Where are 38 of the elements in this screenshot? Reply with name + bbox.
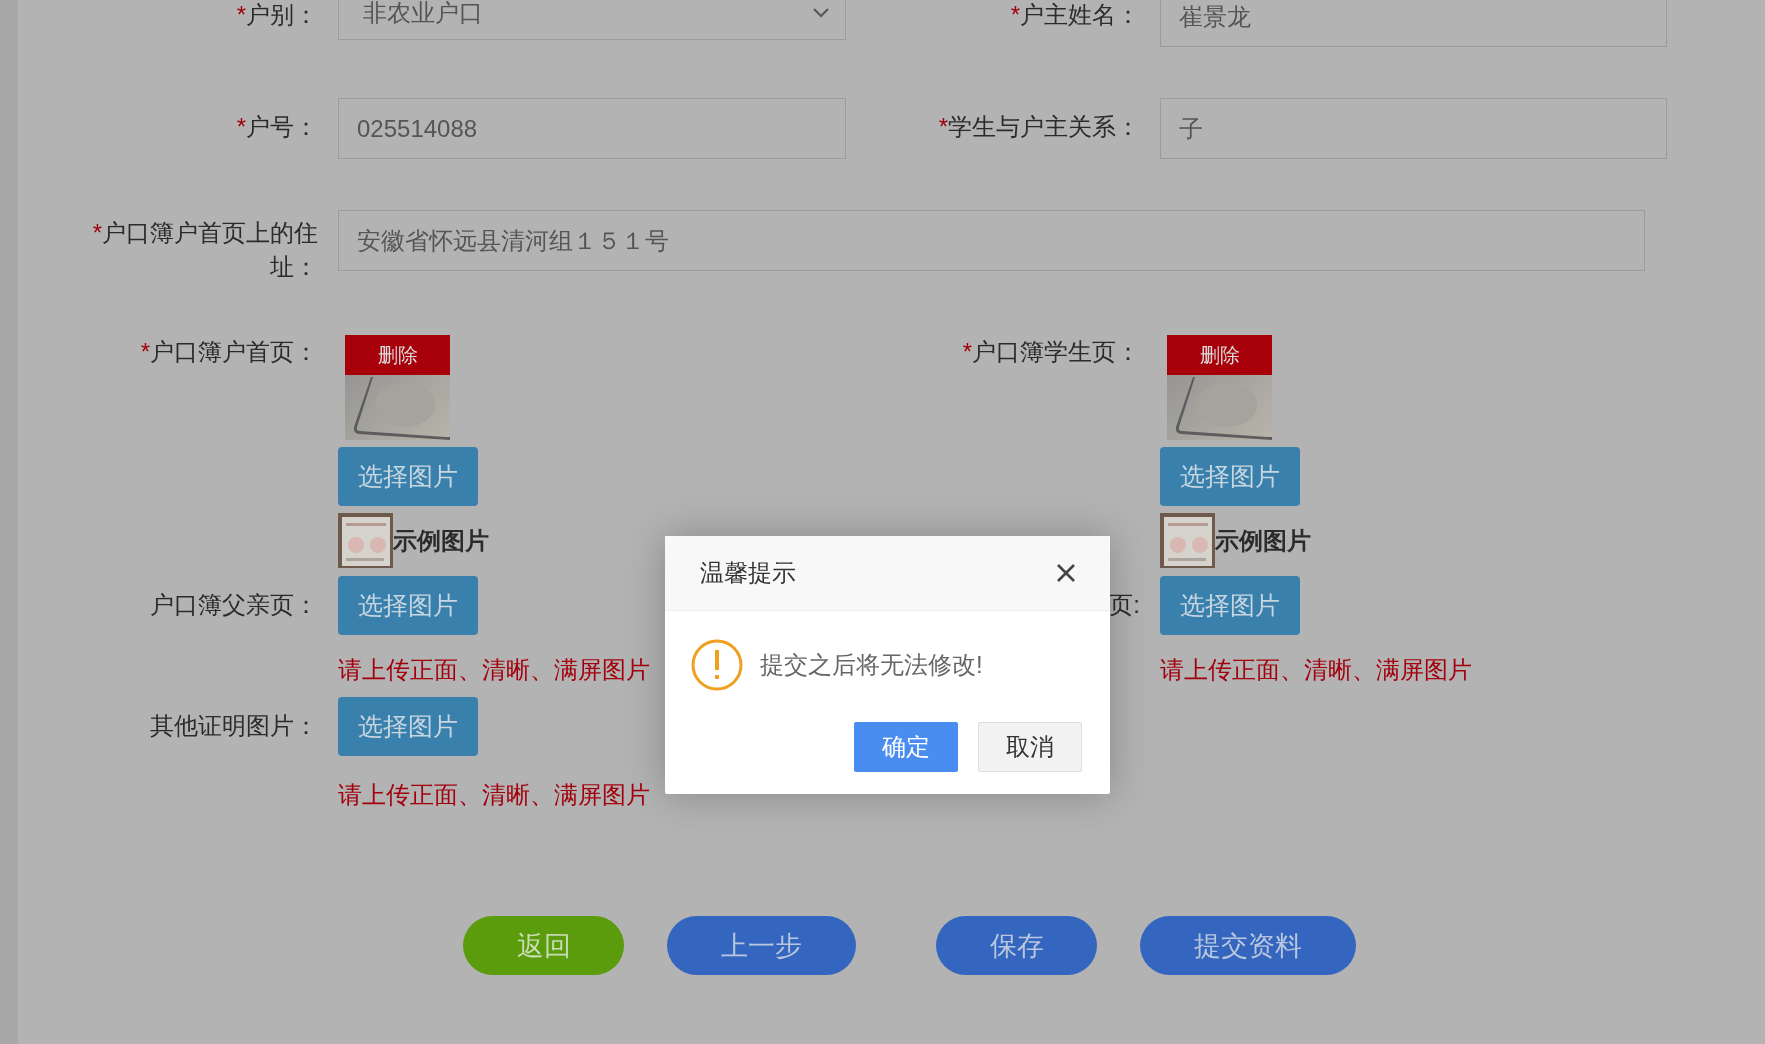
field-label: *户主姓名：: [1009, 0, 1140, 30]
example-image-label: 示例图片: [1215, 525, 1311, 556]
select-field[interactable]: 非农业户口: [338, 0, 846, 40]
field-label: *户口簿户首页：: [139, 337, 318, 367]
close-icon[interactable]: [1056, 563, 1076, 583]
field-label: *户口簿户首页上的住址：: [91, 218, 318, 282]
field-label: *学生与户主关系：: [937, 112, 1140, 142]
delete-button[interactable]: 删除: [345, 335, 450, 375]
choose-image-button[interactable]: 选择图片: [338, 576, 478, 635]
action-button[interactable]: 提交资料: [1140, 916, 1356, 975]
field-label: 户口簿父亲页：: [149, 590, 318, 620]
choose-image-button[interactable]: 选择图片: [338, 447, 478, 506]
field-label: *户号：: [235, 112, 318, 142]
action-button[interactable]: 上一步: [667, 916, 856, 975]
choose-image-button[interactable]: 选择图片: [1160, 576, 1300, 635]
dialog-message: 提交之后将无法修改!: [760, 650, 983, 680]
action-button[interactable]: 返回: [463, 916, 624, 975]
choose-image-button[interactable]: 选择图片: [1160, 447, 1300, 506]
dialog-title: 温馨提示: [700, 558, 796, 588]
field-label: 其他证明图片：: [149, 711, 318, 741]
chevron-down-icon: [813, 8, 829, 18]
upload-hint: 请上传正面、清晰、满屏图片: [1160, 655, 1472, 685]
action-button[interactable]: 保存: [936, 916, 1097, 975]
field-label: *户口簿学生页：: [961, 337, 1140, 367]
input-field[interactable]: 025514088: [338, 98, 846, 159]
choose-image-button[interactable]: 选择图片: [338, 697, 478, 756]
field-label: *户别：: [235, 0, 318, 30]
delete-button[interactable]: 删除: [1167, 335, 1272, 375]
upload-hint: 请上传正面、清晰、满屏图片: [338, 655, 650, 685]
input-field[interactable]: 安徽省怀远县清河组１５１号: [338, 210, 1645, 271]
warning-icon: [690, 638, 744, 692]
upload-hint: 请上传正面、清晰、满屏图片: [338, 780, 650, 810]
input-field[interactable]: 崔景龙: [1160, 0, 1667, 47]
dialog-button[interactable]: 确定: [854, 722, 958, 772]
field-label: 页:: [1108, 590, 1140, 620]
dialog-button[interactable]: 取消: [978, 722, 1082, 772]
example-image-label: 示例图片: [393, 525, 489, 556]
input-field[interactable]: 子: [1160, 98, 1667, 159]
